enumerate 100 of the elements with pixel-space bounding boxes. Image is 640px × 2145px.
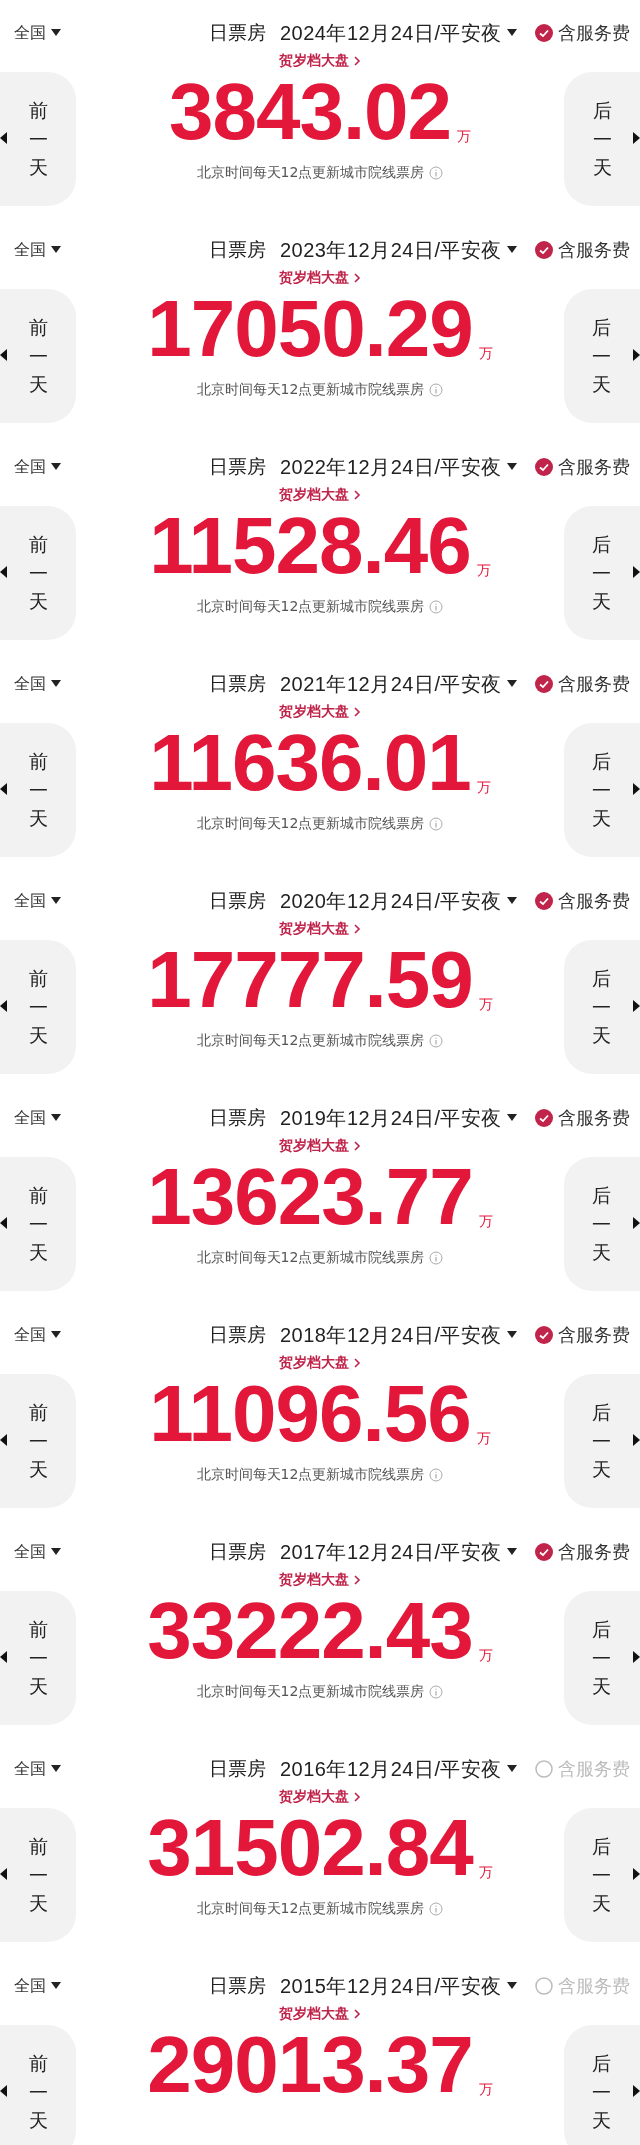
caret-icon <box>507 1548 517 1556</box>
checkbox-icon[interactable] <box>535 1977 553 1995</box>
next-day-button[interactable]: 后一天 <box>564 1374 640 1508</box>
holiday-box-office-link[interactable]: 贺岁档大盘 <box>279 703 361 721</box>
date-selector[interactable]: 2019年12月24日/平安夜 <box>279 1104 502 1132</box>
box-office-title: 日票房 <box>208 1105 266 1130</box>
holiday-box-office-link[interactable]: 贺岁档大盘 <box>279 269 361 287</box>
previous-day-button[interactable]: 前一天 <box>0 289 76 423</box>
box-office-amount: 17777.59 <box>147 940 473 1020</box>
holiday-box-office-link[interactable]: 贺岁档大盘 <box>279 52 361 70</box>
info-icon[interactable] <box>429 817 444 831</box>
date-selector[interactable]: 2017年12月24日/平安夜 <box>279 1538 502 1566</box>
update-note: 北京时间每天12点更新城市院线票房 <box>196 164 425 182</box>
checkbox-icon[interactable] <box>535 675 553 693</box>
info-icon[interactable] <box>429 166 444 180</box>
next-day-button[interactable]: 后一天 <box>564 1157 640 1291</box>
date-selector[interactable]: 2020年12月24日/平安夜 <box>279 887 502 915</box>
date-selector[interactable]: 2021年12月24日/平安夜 <box>279 670 502 698</box>
info-icon[interactable] <box>429 1251 444 1265</box>
holiday-box-office-link[interactable]: 贺岁档大盘 <box>279 2005 361 2023</box>
chevron-icon <box>353 489 361 501</box>
holiday-box-office-link[interactable]: 贺岁档大盘 <box>279 486 361 504</box>
box-office-title: 日票房 <box>208 454 266 479</box>
service-fee-label: 含服务费 <box>558 455 630 479</box>
info-icon[interactable] <box>429 1468 444 1482</box>
right-arrow-icon <box>633 566 640 578</box>
next-day-button[interactable]: 后一天 <box>564 1808 640 1942</box>
holiday-box-office-link[interactable]: 贺岁档大盘 <box>279 1571 361 1589</box>
service-fee-label: 含服务费 <box>558 1540 630 1564</box>
previous-day-button[interactable]: 前一天 <box>0 940 76 1074</box>
next-day-button[interactable]: 后一天 <box>564 940 640 1074</box>
caret-icon <box>507 1982 517 1990</box>
date-selector[interactable]: 2024年12月24日/平安夜 <box>279 19 502 47</box>
chevron-icon <box>353 272 361 284</box>
next-day-button[interactable]: 后一天 <box>564 2025 640 2145</box>
next-day-button[interactable]: 后一天 <box>564 723 640 857</box>
region-label[interactable]: 全国 <box>14 890 46 912</box>
previous-day-button[interactable]: 前一天 <box>0 2025 76 2145</box>
info-icon[interactable] <box>429 383 444 397</box>
date-selector[interactable]: 2015年12月24日/平安夜 <box>279 1972 502 2000</box>
caret-icon <box>51 680 61 688</box>
region-label[interactable]: 全国 <box>14 1541 46 1563</box>
holiday-box-office-link[interactable]: 贺岁档大盘 <box>279 1354 361 1372</box>
previous-day-button[interactable]: 前一天 <box>0 1808 76 1942</box>
checkbox-icon[interactable] <box>535 241 553 259</box>
previous-day-button[interactable]: 前一天 <box>0 72 76 206</box>
unit-label: 万 <box>478 345 493 363</box>
unit-label: 万 <box>478 2081 493 2099</box>
unit-label: 万 <box>478 996 493 1014</box>
info-icon[interactable] <box>429 1902 444 1916</box>
checkbox-icon[interactable] <box>535 1326 553 1344</box>
checkbox-icon[interactable] <box>535 24 553 42</box>
region-label[interactable]: 全国 <box>14 1758 46 1780</box>
next-day-button[interactable]: 后一天 <box>564 506 640 640</box>
checkbox-icon[interactable] <box>535 1760 553 1778</box>
right-arrow-icon <box>633 1651 640 1663</box>
previous-day-button[interactable]: 前一天 <box>0 506 76 640</box>
update-note: 北京时间每天12点更新城市院线票房 <box>196 815 425 833</box>
region-label[interactable]: 全国 <box>14 22 46 44</box>
caret-icon <box>507 463 517 471</box>
previous-day-button[interactable]: 前一天 <box>0 1157 76 1291</box>
region-label[interactable]: 全国 <box>14 239 46 261</box>
left-arrow-icon <box>0 1651 7 1663</box>
region-label[interactable]: 全国 <box>14 1324 46 1346</box>
next-day-button[interactable]: 后一天 <box>564 72 640 206</box>
chevron-icon <box>353 1140 361 1152</box>
service-fee-label: 含服务费 <box>558 21 630 45</box>
region-label[interactable]: 全国 <box>14 456 46 478</box>
holiday-box-office-link[interactable]: 贺岁档大盘 <box>279 920 361 938</box>
holiday-box-office-link[interactable]: 贺岁档大盘 <box>279 1137 361 1155</box>
date-selector[interactable]: 2018年12月24日/平安夜 <box>279 1321 502 1349</box>
date-selector[interactable]: 2022年12月24日/平安夜 <box>279 453 502 481</box>
caret-icon <box>51 1114 61 1122</box>
previous-day-button[interactable]: 前一天 <box>0 1374 76 1508</box>
next-day-button[interactable]: 后一天 <box>564 289 640 423</box>
next-day-button[interactable]: 后一天 <box>564 1591 640 1725</box>
previous-day-button[interactable]: 前一天 <box>0 723 76 857</box>
region-label[interactable]: 全国 <box>14 1107 46 1129</box>
caret-icon <box>507 897 517 905</box>
info-icon[interactable] <box>429 1034 444 1048</box>
previous-day-button[interactable]: 前一天 <box>0 1591 76 1725</box>
box-office-title: 日票房 <box>208 671 266 696</box>
checkbox-icon[interactable] <box>535 892 553 910</box>
region-label[interactable]: 全国 <box>14 673 46 695</box>
date-selector[interactable]: 2023年12月24日/平安夜 <box>279 236 502 264</box>
box-office-title: 日票房 <box>208 1756 266 1781</box>
info-icon[interactable] <box>429 600 444 614</box>
checkbox-icon[interactable] <box>535 1109 553 1127</box>
caret-icon <box>51 1765 61 1773</box>
region-label[interactable]: 全国 <box>14 1975 46 1997</box>
checkbox-icon[interactable] <box>535 458 553 476</box>
left-arrow-icon <box>0 132 7 144</box>
holiday-box-office-link[interactable]: 贺岁档大盘 <box>279 1788 361 1806</box>
checkbox-icon[interactable] <box>535 1543 553 1561</box>
chevron-icon <box>353 1574 361 1586</box>
update-note: 北京时间每天12点更新城市院线票房 <box>196 598 425 616</box>
update-note: 北京时间每天12点更新城市院线票房 <box>196 381 425 399</box>
info-icon[interactable] <box>429 1685 444 1699</box>
box-office-title: 日票房 <box>208 237 266 262</box>
date-selector[interactable]: 2016年12月24日/平安夜 <box>279 1755 502 1783</box>
